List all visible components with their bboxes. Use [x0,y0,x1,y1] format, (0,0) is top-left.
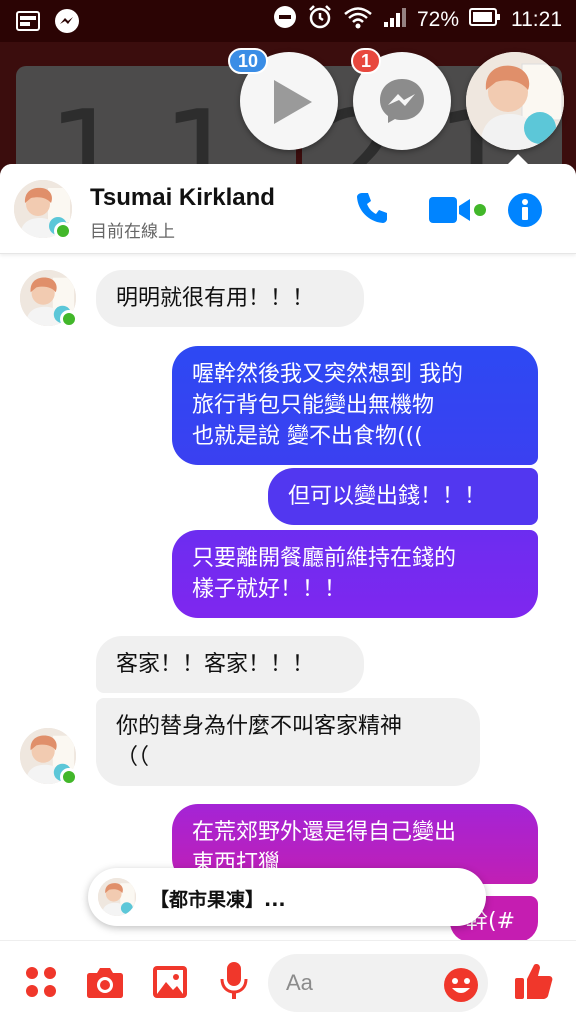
message-outgoing[interactable]: 喔幹然後我又突然想到 我的 旅行背包只能變出無機物 也就是說 變不出食物((( [172,346,538,465]
avatar [466,52,564,150]
status-bar: 72% 11:21 [0,0,576,42]
dnd-icon [273,5,297,35]
notification-avatar [98,878,136,916]
notification-pill[interactable]: 【都市果凍】... [88,868,486,926]
contact-name[interactable]: Tsumai Kirkland [90,184,275,212]
wifi-icon [343,5,373,35]
composer-bar: Aa [0,940,576,1024]
messenger-icon [380,79,424,123]
chat-head-messenger[interactable]: 1 [351,48,451,150]
message-outgoing[interactable]: 只要離開餐廳前維持在錢的 樣子就好！！！ [172,530,538,618]
message-input-placeholder: Aa [286,970,313,995]
play-icon [274,80,312,124]
message-incoming[interactable]: 客家！！客家！！！ [96,636,364,693]
chat-head-avatar[interactable] [466,52,564,150]
gallery-icon[interactable] [152,965,188,1003]
signal-icon [383,6,407,34]
chat-head-video[interactable]: 10 [228,48,338,150]
alarm-icon [307,4,333,36]
online-indicator [60,768,78,786]
message-outgoing[interactable]: 但可以變出錢！！！ [268,468,538,525]
apps-icon[interactable] [24,965,58,1003]
online-indicator [60,310,78,328]
clock: 11:21 [511,8,562,31]
emoji-icon[interactable] [443,967,479,1007]
info-icon[interactable] [507,192,543,232]
microphone-icon[interactable] [220,961,248,1005]
chat-header: Tsumai Kirkland 目前在線上 [0,164,576,254]
notification-text: 【都市果凍】... [150,889,286,911]
gallery-icon [16,11,40,35]
message-incoming[interactable]: 你的替身為什麼不叫客家精神 （（ [96,698,480,786]
phone-icon[interactable] [354,190,390,230]
contact-status: 目前在線上 [90,222,175,242]
battery-level: 72% [416,8,459,31]
chat-head-badge: 10 [228,48,268,74]
messenger-icon [54,8,80,38]
camera-icon[interactable] [86,965,124,1003]
thumbs-up-icon[interactable] [514,961,554,1005]
online-indicator [54,222,72,240]
video-icon[interactable] [428,196,488,228]
battery-icon [469,7,501,33]
message-incoming[interactable]: 明明就很有用！！！ [96,270,364,327]
chat-head-badge: 1 [351,48,381,74]
